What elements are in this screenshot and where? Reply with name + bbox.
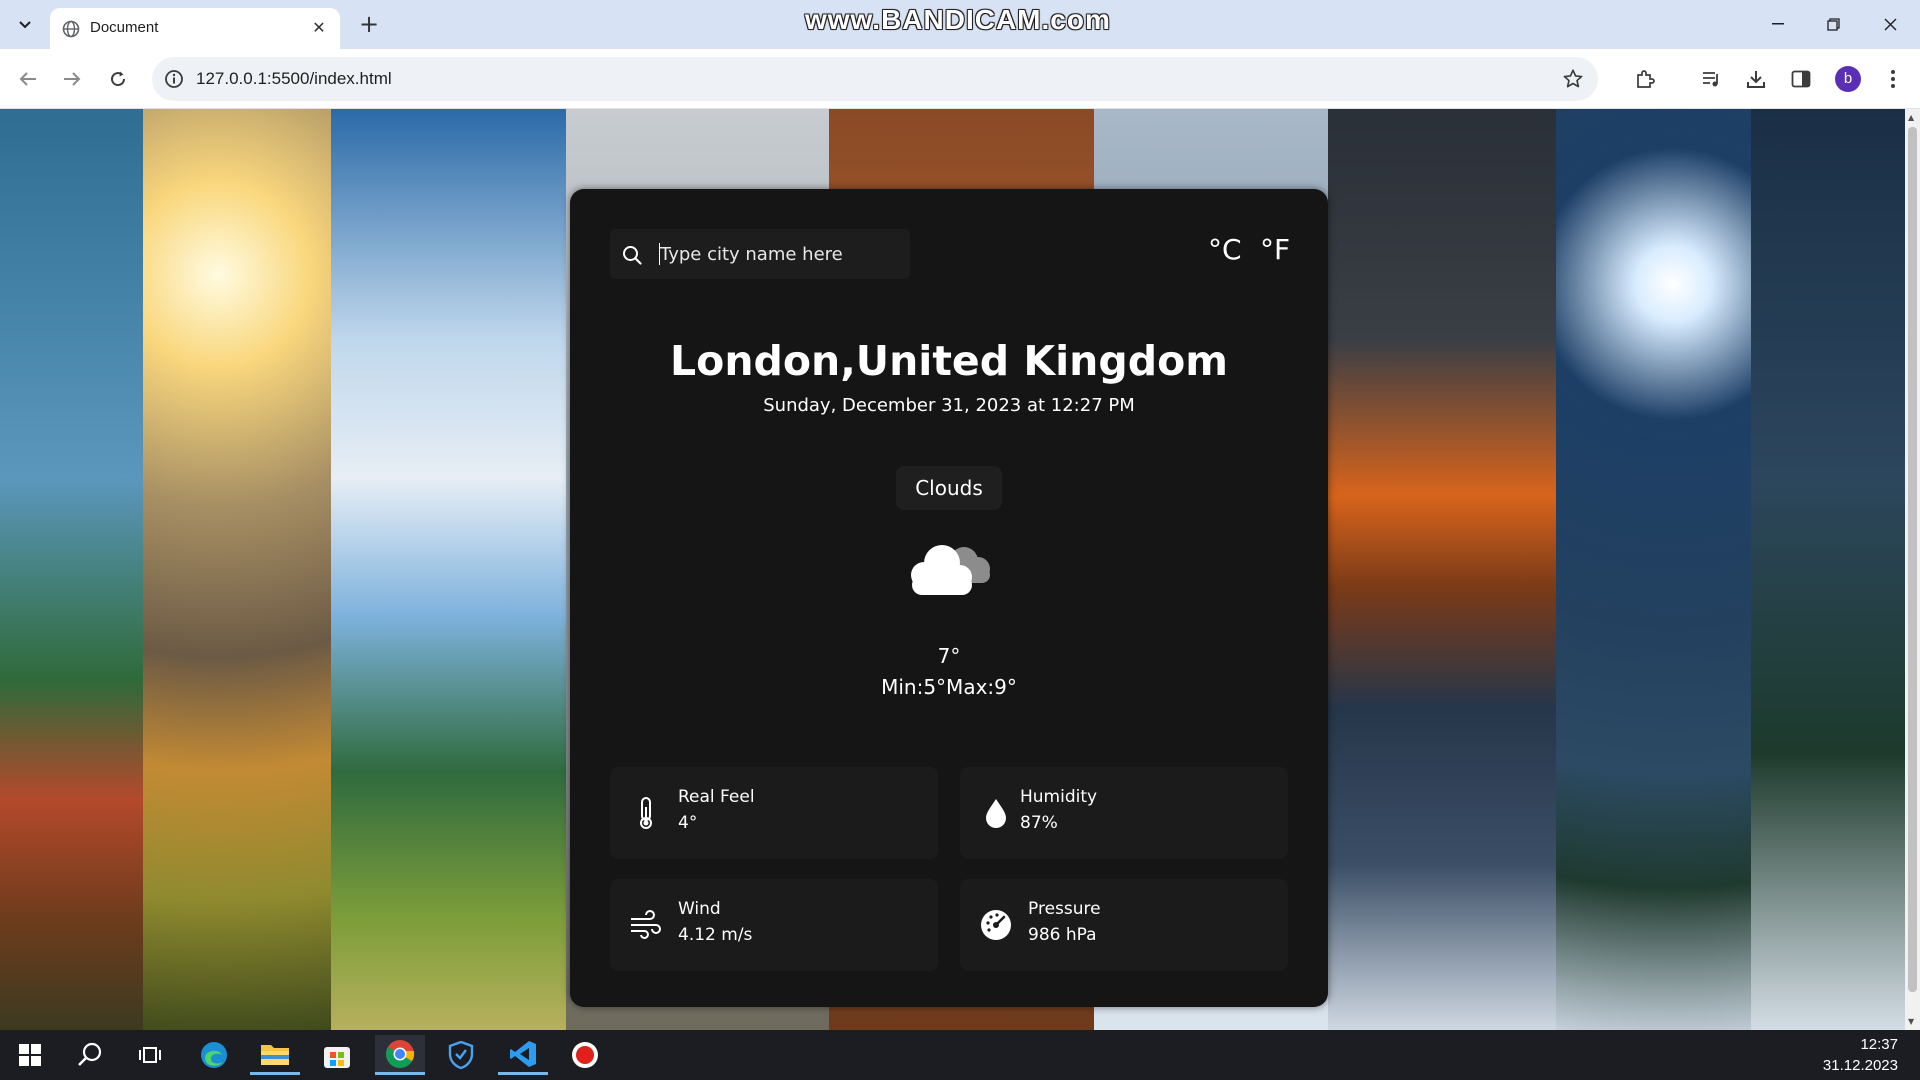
scroll-up-arrow-icon[interactable]: ▲ bbox=[1908, 113, 1914, 122]
wind-card: Wind 4.12 m/s bbox=[610, 879, 938, 971]
humidity-label: Humidity bbox=[1020, 787, 1098, 807]
restore-window-button[interactable] bbox=[1815, 10, 1851, 38]
humidity-card: Humidity 87% bbox=[960, 767, 1288, 859]
forward-button[interactable] bbox=[57, 64, 87, 94]
windows-taskbar: 12:37 31.12.2023 bbox=[0, 1030, 1920, 1080]
real-feel-card: Real Feel 4° bbox=[610, 767, 938, 859]
city-search-box[interactable] bbox=[610, 229, 910, 279]
media-queue-icon bbox=[1703, 72, 1718, 87]
restore-icon bbox=[1826, 17, 1840, 31]
weather-condition-badge: Clouds bbox=[896, 466, 1002, 510]
browser-tab-bar: Document ✕ + www.BANDICAM.com bbox=[0, 0, 1920, 49]
page-viewport: °C °F London,United Kingdom Sunday, Dece… bbox=[0, 109, 1905, 1030]
background-panel-thunderstorm bbox=[1328, 109, 1556, 1030]
cloud-icon bbox=[911, 545, 990, 595]
close-icon bbox=[1884, 18, 1896, 30]
taskbar-chrome-app[interactable] bbox=[375, 1035, 425, 1075]
taskbar-vscode-app[interactable] bbox=[498, 1035, 548, 1075]
site-info-icon[interactable] bbox=[164, 69, 184, 89]
taskbar-store-app[interactable] bbox=[312, 1035, 362, 1075]
store-icon bbox=[324, 1047, 350, 1068]
recording-watermark: www.BANDICAM.com bbox=[805, 4, 1111, 35]
background-panel-winter-forest bbox=[1751, 109, 1905, 1030]
close-window-button[interactable] bbox=[1872, 10, 1908, 38]
shield-icon bbox=[448, 1041, 474, 1069]
browser-menu-button[interactable] bbox=[1878, 64, 1908, 94]
weather-card: °C °F London,United Kingdom Sunday, Dece… bbox=[570, 189, 1328, 1007]
download-icon bbox=[1747, 71, 1765, 88]
min-max-temperature: Min:5°Max:9° bbox=[881, 675, 1017, 699]
wind-value: 4.12 m/s bbox=[678, 925, 753, 945]
fahrenheit-toggle[interactable]: °F bbox=[1260, 233, 1290, 266]
local-datetime: Sunday, December 31, 2023 at 12:27 PM bbox=[763, 395, 1135, 416]
globe-icon bbox=[62, 20, 80, 38]
arrow-right-icon bbox=[64, 72, 81, 86]
new-tab-button[interactable]: + bbox=[354, 11, 384, 39]
chevron-down-icon bbox=[19, 21, 31, 29]
scrollbar-thumb[interactable] bbox=[1908, 127, 1917, 992]
reload-button[interactable] bbox=[103, 64, 133, 94]
pressure-value: 986 hPa bbox=[1028, 925, 1097, 945]
back-button[interactable] bbox=[13, 64, 43, 94]
taskbar-clock-date[interactable]: 31.12.2023 bbox=[1823, 1057, 1898, 1074]
humidity-value: 87% bbox=[1020, 813, 1058, 833]
taskbar-search-button[interactable] bbox=[65, 1035, 115, 1075]
folder-icon bbox=[261, 1044, 289, 1065]
real-feel-value: 4° bbox=[678, 813, 698, 833]
bookmark-star-icon[interactable] bbox=[1562, 68, 1584, 90]
city-search-input[interactable] bbox=[660, 229, 900, 279]
task-view-icon bbox=[139, 1047, 161, 1063]
background-panel-autumn bbox=[0, 109, 143, 1030]
taskbar-edge-app[interactable] bbox=[189, 1035, 239, 1075]
wind-icon bbox=[631, 910, 661, 939]
pressure-label: Pressure bbox=[1028, 899, 1101, 919]
real-feel-label: Real Feel bbox=[678, 787, 755, 807]
media-controls-button[interactable] bbox=[1697, 64, 1727, 94]
arrow-left-icon bbox=[19, 72, 36, 86]
pressure-card: Pressure 986 hPa bbox=[960, 879, 1288, 971]
search-icon[interactable] bbox=[622, 245, 642, 265]
side-panel-icon bbox=[1791, 70, 1811, 88]
background-panel-night-storm bbox=[1556, 109, 1751, 1030]
close-tab-icon[interactable]: ✕ bbox=[308, 17, 330, 39]
search-icon bbox=[78, 1042, 102, 1066]
windows-logo-icon bbox=[19, 1044, 41, 1066]
background-panel-sunset bbox=[143, 109, 331, 1030]
downloads-button[interactable] bbox=[1741, 64, 1771, 94]
url-text: 127.0.0.1:5500/index.html bbox=[196, 69, 392, 88]
wind-label: Wind bbox=[678, 899, 721, 919]
profile-avatar[interactable]: b bbox=[1835, 66, 1861, 92]
thermometer-icon bbox=[640, 797, 652, 829]
tab-title: Document bbox=[90, 19, 159, 36]
minimize-icon bbox=[1772, 23, 1784, 25]
browser-toolbar: 127.0.0.1:5500/index.html b bbox=[0, 49, 1920, 109]
city-title: London,United Kingdom bbox=[670, 337, 1228, 385]
record-icon bbox=[572, 1042, 598, 1068]
more-vert-icon bbox=[1891, 70, 1895, 88]
page-scrollbar[interactable]: ▲ ▼ bbox=[1905, 109, 1920, 1030]
browser-tab[interactable]: Document ✕ bbox=[50, 8, 340, 49]
taskbar-clock-time[interactable]: 12:37 bbox=[1860, 1036, 1898, 1053]
vscode-icon bbox=[510, 1040, 536, 1067]
tab-search-button[interactable] bbox=[10, 12, 40, 38]
droplet-icon bbox=[986, 799, 1006, 828]
reload-icon bbox=[111, 71, 126, 87]
scroll-down-arrow-icon[interactable]: ▼ bbox=[1908, 1017, 1914, 1026]
chrome-icon bbox=[386, 1039, 415, 1068]
extensions-button[interactable] bbox=[1630, 64, 1660, 94]
side-panel-button[interactable] bbox=[1786, 64, 1816, 94]
taskbar-security-app[interactable] bbox=[436, 1035, 486, 1075]
puzzle-icon bbox=[1637, 70, 1655, 88]
taskbar-file-explorer[interactable] bbox=[250, 1035, 300, 1075]
minimize-window-button[interactable] bbox=[1760, 10, 1796, 38]
gauge-icon bbox=[981, 910, 1011, 940]
current-temperature: 7° bbox=[937, 644, 961, 668]
celsius-toggle[interactable]: °C bbox=[1208, 233, 1242, 266]
background-panel-clouds bbox=[331, 109, 566, 1030]
edge-browser-icon bbox=[201, 1042, 227, 1068]
taskbar-bandicam-app[interactable] bbox=[560, 1035, 610, 1075]
start-button[interactable] bbox=[5, 1035, 55, 1075]
address-bar[interactable]: 127.0.0.1:5500/index.html bbox=[152, 57, 1598, 101]
task-view-button[interactable] bbox=[125, 1035, 175, 1075]
